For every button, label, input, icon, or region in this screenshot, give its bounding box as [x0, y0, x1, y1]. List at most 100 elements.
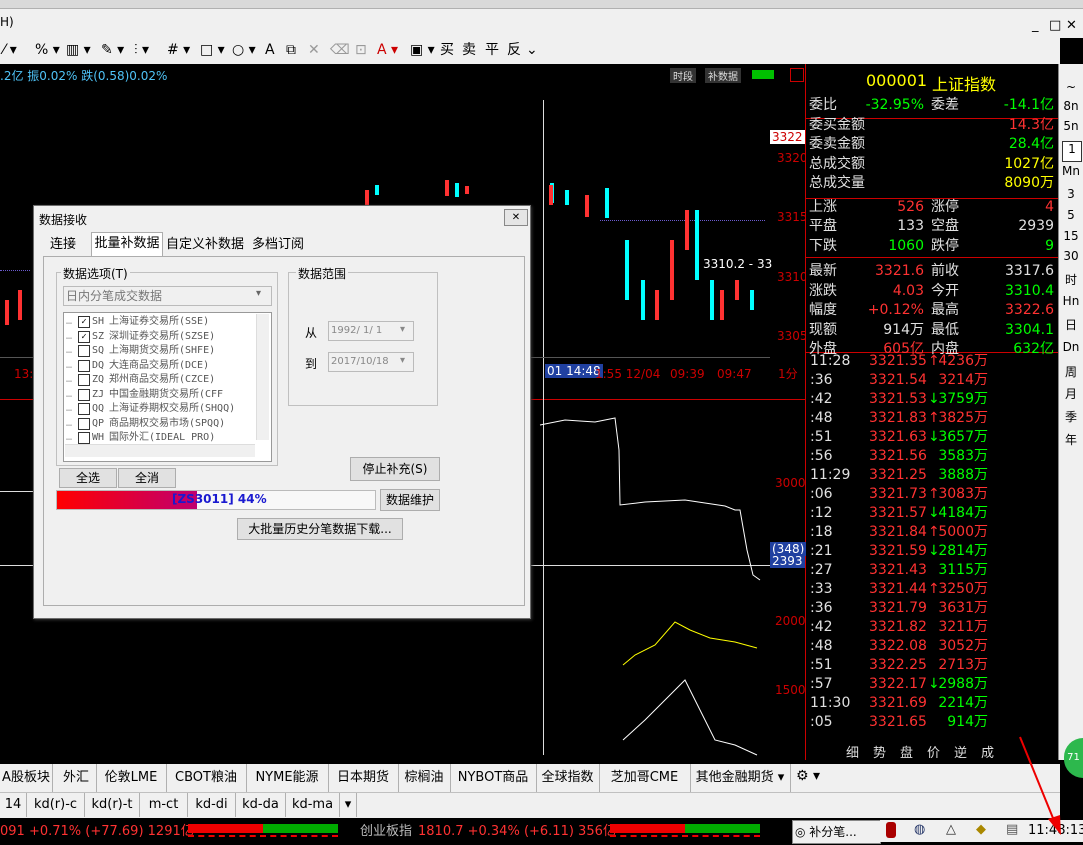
market-tab[interactable]: NYBOT商品 [450, 764, 537, 792]
market-tab[interactable]: 其他金融期货 ▾ [690, 764, 791, 792]
db-icon[interactable] [886, 822, 896, 838]
period-button[interactable]: 15 [1062, 229, 1080, 248]
font-color-icon[interactable]: A ▾ [377, 42, 398, 58]
toolbar-more-icon[interactable]: ⌄ [526, 42, 538, 58]
exchange-checkbox[interactable] [78, 432, 90, 444]
list-scrollbar-h[interactable] [65, 444, 255, 457]
indicator-tab[interactable]: 14 [0, 793, 27, 817]
period-button[interactable]: 年 [1062, 431, 1080, 450]
quote-footer-tab[interactable]: 势 [873, 742, 886, 761]
data-type-select[interactable]: 日内分笔成交数据 [63, 286, 272, 306]
indicator-tab[interactable]: ▾ [340, 793, 357, 817]
period-button[interactable]: 30 [1062, 249, 1080, 268]
flat-button[interactable]: 平 [485, 42, 499, 58]
reverse-button[interactable]: 反 [507, 42, 521, 58]
exchange-checkbox[interactable] [78, 417, 90, 430]
market-tab[interactable]: 棕榈油 [398, 764, 451, 792]
indicator-tab[interactable]: kd-di [188, 793, 236, 817]
text-A-icon[interactable]: A [265, 42, 275, 58]
exchange-list-item[interactable]: … ✓ SZ 深圳证券交易所(SZSE) [66, 330, 256, 344]
exchange-list-item[interactable]: … ✓ SH 上海证券交易所(SSE) [66, 315, 256, 329]
market-tab[interactable]: 伦敦LME [96, 764, 167, 792]
exchange-checkbox[interactable] [78, 374, 90, 386]
period-button[interactable]: ~ [1062, 80, 1080, 99]
exchange-checkbox[interactable]: ✓ [78, 316, 90, 328]
exchange-list-item[interactable]: … QQ 上海证券期权交易所(SHQQ) [66, 402, 256, 416]
exchange-checkbox[interactable] [78, 359, 90, 372]
sell-button[interactable]: 卖 [462, 42, 476, 58]
exchange-list-item[interactable]: … QP 商品期权交易市场(SPQQ) [66, 417, 256, 431]
quote-footer-tab[interactable]: 价 [927, 742, 940, 761]
indicator-tab[interactable]: kd-ma [286, 793, 340, 817]
tab-custom-fill[interactable]: 自定义补数据 [165, 234, 245, 256]
chart-settings-icon[interactable] [790, 68, 804, 82]
line-icon[interactable]: ⁄ ▾ [3, 42, 17, 58]
exchange-list-item[interactable]: … ZQ 郑州商品交易所(CZCE) [66, 373, 256, 387]
minimize-button[interactable]: _ [1032, 18, 1039, 33]
exchange-list[interactable]: … ✓ SH 上海证券交易所(SSE) … ✓ SZ 深圳证券交易所(SZSE) … SQ 上海期货… [63, 312, 272, 462]
close-button[interactable]: ✕ [1066, 18, 1077, 33]
circle-icon[interactable]: ○ ▾ [232, 42, 256, 58]
fill-data-button[interactable]: 补数据 [705, 68, 741, 83]
market-tab[interactable]: 日本期货 [328, 764, 399, 792]
lock-icon[interactable]: ⊡ [355, 42, 367, 58]
quote-footer-tab[interactable]: 逆 [954, 742, 967, 761]
stop-fill-button[interactable]: 停止补充(S) [350, 457, 440, 481]
grid-icon[interactable]: ▥ ▾ [66, 42, 91, 58]
task-indicator[interactable]: ◎ 补分笔... [792, 820, 881, 844]
select-all-button[interactable]: 全选 [59, 468, 117, 488]
delete-icon[interactable]: ✕ [308, 42, 320, 58]
bulk-download-button[interactable]: 大批量历史分笔数据下载... [237, 518, 403, 540]
market-tab[interactable]: 外汇 [56, 764, 97, 792]
market-tab[interactable]: CBOT粮油 [166, 764, 247, 792]
indicator-tab[interactable]: kd-da [236, 793, 286, 817]
trash-icon[interactable]: ⌫ [330, 42, 350, 58]
period-button[interactable]: 5 [1062, 208, 1080, 227]
rect-icon[interactable]: □ ▾ [200, 42, 225, 58]
exchange-checkbox[interactable] [78, 403, 90, 415]
period-button[interactable]: Mn [1062, 164, 1080, 183]
align-icon[interactable]: ⫶ ▾ [134, 42, 149, 58]
menu-help-fragment[interactable]: H) [0, 15, 14, 29]
tabs-settings-icon[interactable]: ⚙ ▾ [796, 768, 820, 784]
indicator-tab[interactable]: kd(r)-t [85, 793, 140, 817]
quote-footer-tab[interactable]: 盘 [900, 742, 913, 761]
exchange-checkbox[interactable] [78, 345, 90, 357]
period-button[interactable]: Dn [1062, 340, 1080, 359]
period-button[interactable]: 8n [1062, 99, 1080, 118]
period-button[interactable]: 月 [1062, 385, 1080, 404]
exchange-checkbox[interactable] [78, 388, 90, 401]
exchange-list-item[interactable]: … WH 国际外汇(IDEAL PRO) [66, 431, 256, 445]
hash-icon[interactable]: # ▾ [167, 42, 190, 58]
period-button[interactable]: 周 [1062, 363, 1080, 382]
exchange-list-item[interactable]: … SQ 上海期货交易所(SHFE) [66, 344, 256, 358]
buy-button[interactable]: 买 [440, 42, 454, 58]
time-segment-button[interactable]: 时段 [670, 68, 696, 83]
restore-button[interactable]: □ [1049, 18, 1061, 33]
quote-footer-tab[interactable]: 成 [981, 742, 994, 761]
tab-connect[interactable]: 连接 [43, 234, 83, 256]
indicator-tab[interactable]: m-ct [140, 793, 188, 817]
list-scrollbar-v[interactable] [256, 314, 269, 440]
market-tab[interactable]: NYME能源 [246, 764, 329, 792]
tab-bulk-fill[interactable]: 批量补数据 [91, 232, 163, 258]
exchange-list-item[interactable]: … DQ 大连商品交易所(DCE) [66, 359, 256, 373]
data-maintain-button[interactable]: 数据维护 [380, 489, 440, 511]
indicator-tab[interactable]: kd(r)-c [27, 793, 85, 817]
period-button[interactable]: 时 [1062, 271, 1080, 290]
period-button[interactable]: 季 [1062, 408, 1080, 427]
tab-depth-subscribe[interactable]: 多档订阅 [248, 234, 308, 256]
period-button[interactable]: 1 [1062, 141, 1082, 162]
exchange-checkbox[interactable]: ✓ [78, 330, 90, 343]
dialog-close-button[interactable]: ✕ [504, 209, 528, 226]
period-button[interactable]: 5n [1062, 119, 1080, 138]
market-tab[interactable]: A股板块 [0, 764, 53, 792]
period-button[interactable]: Hn [1062, 294, 1080, 313]
pen-icon[interactable]: ✎ ▾ [101, 42, 124, 58]
bell-icon[interactable]: △ [946, 822, 956, 837]
copy-icon[interactable]: ⧉ [286, 42, 296, 58]
ticket-icon[interactable]: ◆ [976, 822, 986, 837]
market-tab[interactable]: 芝加哥CME [599, 764, 691, 792]
market-tab[interactable]: 全球指数 [536, 764, 600, 792]
clear-all-button[interactable]: 全消 [118, 468, 176, 488]
